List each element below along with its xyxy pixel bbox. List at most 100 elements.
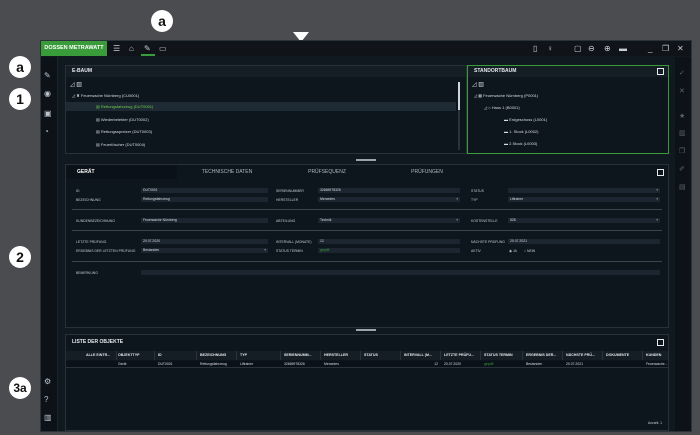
plug-icon[interactable]: ✎ (144, 43, 151, 54)
splitter-handle[interactable] (356, 329, 376, 331)
globe-icon[interactable]: ◉ (44, 89, 51, 98)
device-icon[interactable]: ▭ (159, 43, 167, 54)
tab-pruefsequenz[interactable]: PRÜFSEQUENZ (277, 165, 377, 179)
table-cell: Mercedes (324, 362, 339, 366)
col-header[interactable]: SERIENNUMM... (282, 351, 321, 360)
status-select[interactable]: ▾ (508, 188, 660, 193)
naechste-pruefung-field[interactable]: 20.07.2021 (508, 239, 660, 244)
table-cell (604, 361, 642, 367)
ebaum-title: E-BAUM (66, 66, 466, 77)
col-header[interactable]: KUNDEN (644, 351, 669, 360)
bemerkung-field[interactable] (141, 270, 660, 275)
tree-row[interactable]: ◿ ▦ Feuerwache Nürnberg (P0001) (474, 93, 538, 98)
maximize-icon[interactable] (657, 68, 664, 75)
col-header[interactable]: HERSTELLER (322, 351, 361, 360)
maximize-icon[interactable] (657, 169, 664, 176)
tab-geraet[interactable]: GERÄT (67, 165, 177, 179)
table-cell: 20.07.2020 (444, 362, 461, 366)
home-icon[interactable]: ⌂ (129, 43, 134, 54)
col-header[interactable]: TYP (238, 351, 281, 360)
kunden-label: KUNDENBEZEICHNUNG (76, 219, 115, 223)
export-icon[interactable]: ▤ (679, 183, 686, 191)
status-termin-label: STATUS TERMIN (276, 249, 303, 253)
serien-label: SERIENNUMMER (276, 189, 304, 193)
doc-icon[interactable]: ▯ (533, 43, 537, 54)
bezeichnung-field[interactable]: Rettungsfahrzeug (141, 197, 268, 202)
col-header[interactable]: NÄCHSTE PRÜ... (564, 351, 603, 360)
letzte-pruefung-field[interactable]: 20.07.2020 (141, 239, 268, 244)
callout-3a: 3a (9, 377, 31, 399)
restore-icon[interactable]: ❐ (662, 43, 669, 54)
copy-icon[interactable]: ❐ (679, 147, 685, 155)
col-header[interactable]: ERGEBNIS DER... (524, 351, 563, 360)
clipboard-icon[interactable]: ▣ (44, 109, 52, 118)
window-icon[interactable]: ▬ (619, 43, 627, 54)
tree-toolbar-icon[interactable]: ◿ ▥ (70, 81, 82, 88)
star-icon[interactable]: ★ (679, 112, 685, 120)
aktiv-nein-radio[interactable]: ○ NEIN (524, 249, 535, 253)
right-toolbar: ✓ ✕ ★ ▥ ❐ ✐ ▤ (675, 57, 691, 431)
maximize-icon[interactable] (657, 339, 664, 346)
menu-icon[interactable]: ☰ (113, 43, 120, 54)
col-header[interactable]: BEZEICHNUNG (198, 351, 237, 360)
kostenstelle-label: KOSTENSTELLE (471, 219, 498, 223)
table-cell: gepüft (484, 362, 494, 366)
tab-pruefungen[interactable]: PRÜFUNGEN (377, 165, 477, 179)
close-icon[interactable]: ✕ (677, 43, 684, 54)
col-header[interactable]: DOKUMENTE (604, 351, 643, 360)
check-icon[interactable]: ✓ (679, 69, 685, 77)
hersteller-label: HERSTELLER (276, 198, 299, 202)
typ-select[interactable]: Liftrainer ▾ (508, 197, 660, 202)
callout-2: 2 (9, 246, 31, 268)
col-header[interactable]: ALLE EINTR... (84, 351, 117, 360)
kostenstelle-select[interactable]: 528 ▾ (508, 218, 660, 223)
standortbaum-title: STANDORTBAUM (468, 66, 668, 77)
tree-row[interactable]: ▬ 2.Stock (L0003) (504, 141, 537, 146)
gauge-icon[interactable]: ◔ (44, 127, 49, 136)
serien-field[interactable]: 32665978326 (318, 188, 460, 193)
intervall-field[interactable]: 12 (318, 239, 460, 244)
zoom-in-icon[interactable]: ⊕ (604, 43, 611, 54)
bulb-icon[interactable]: ♀ (547, 43, 553, 54)
col-header[interactable]: LETZTE PRÜFU... (442, 351, 481, 360)
minimize-icon[interactable]: _ (648, 43, 652, 54)
screen-icon[interactable]: ▢ (574, 43, 582, 54)
plug-icon[interactable]: ✎ (44, 71, 51, 80)
scrollbar[interactable] (458, 82, 460, 150)
cancel-icon[interactable]: ✕ (679, 87, 685, 95)
tree-row[interactable]: ▬ 1. Stock (L0002) (504, 129, 538, 134)
tree-row[interactable]: ▬ Erdgeschoss (L0001) (504, 117, 547, 122)
tab-technische-daten[interactable]: TECHNISCHE DATEN (177, 165, 277, 179)
col-header[interactable]: STATUS (362, 351, 401, 360)
col-header[interactable]: ID (156, 351, 197, 360)
tree-row[interactable]: ◿ ♜ Feuerwache Nürnberg (CU0001) (72, 93, 139, 98)
kunden-field[interactable]: Feuerwache Nürnberg (141, 218, 268, 223)
trash-icon[interactable]: ▥ (44, 413, 52, 422)
delete-icon[interactable]: ▥ (679, 129, 686, 137)
status-label: STATUS (471, 189, 484, 193)
aktiv-ja-radio[interactable]: ◉ JA (509, 249, 517, 253)
splitter-handle[interactable] (356, 159, 376, 161)
table-row[interactable]: Gerät DUT0001 Rettungsfahrzeug Liftraine… (66, 361, 668, 368)
help-icon[interactable]: ? (44, 395, 48, 404)
tree-toolbar-icon[interactable]: ◿ ▥ (472, 81, 484, 88)
col-header[interactable]: INTERVALL (M... (402, 351, 441, 360)
ergebnis-select[interactable]: Bestanden ▾ (141, 248, 268, 253)
table-cell: Liftrainer (240, 362, 254, 366)
tree-row-selected[interactable]: ▤ Rettungsfahrzeug (DUT0001) (96, 104, 153, 109)
naechste-pruefung-label: NÄCHSTE PRÜFUNG (471, 240, 505, 244)
typ-label: TYP (471, 198, 478, 202)
zoom-out-icon[interactable]: ⊖ (588, 43, 595, 54)
tree-row[interactable]: ▤ Wiederbelebler (DUT0002) (96, 117, 149, 122)
tree-row[interactable]: ▤ Feuerlöscher (DUT0004) (96, 142, 145, 147)
abteilung-select[interactable]: Technik ▾ (318, 218, 460, 223)
tree-row[interactable]: ◿ ⌂ Haus 1 (B0001) (484, 105, 520, 110)
id-field[interactable]: DUT0001 (141, 188, 268, 193)
hersteller-select[interactable]: Mercedes ▾ (318, 197, 460, 202)
settings-icon[interactable]: ⚙ (44, 377, 51, 386)
col-header[interactable]: OBJEKTTYP (116, 351, 155, 360)
tree-row[interactable]: ▤ Rettungsspreizer (DUT0003) (96, 129, 152, 134)
table-cell (362, 361, 400, 367)
pin-icon[interactable]: ✐ (679, 165, 685, 173)
col-header[interactable]: STATUS TERMIN (482, 351, 523, 360)
